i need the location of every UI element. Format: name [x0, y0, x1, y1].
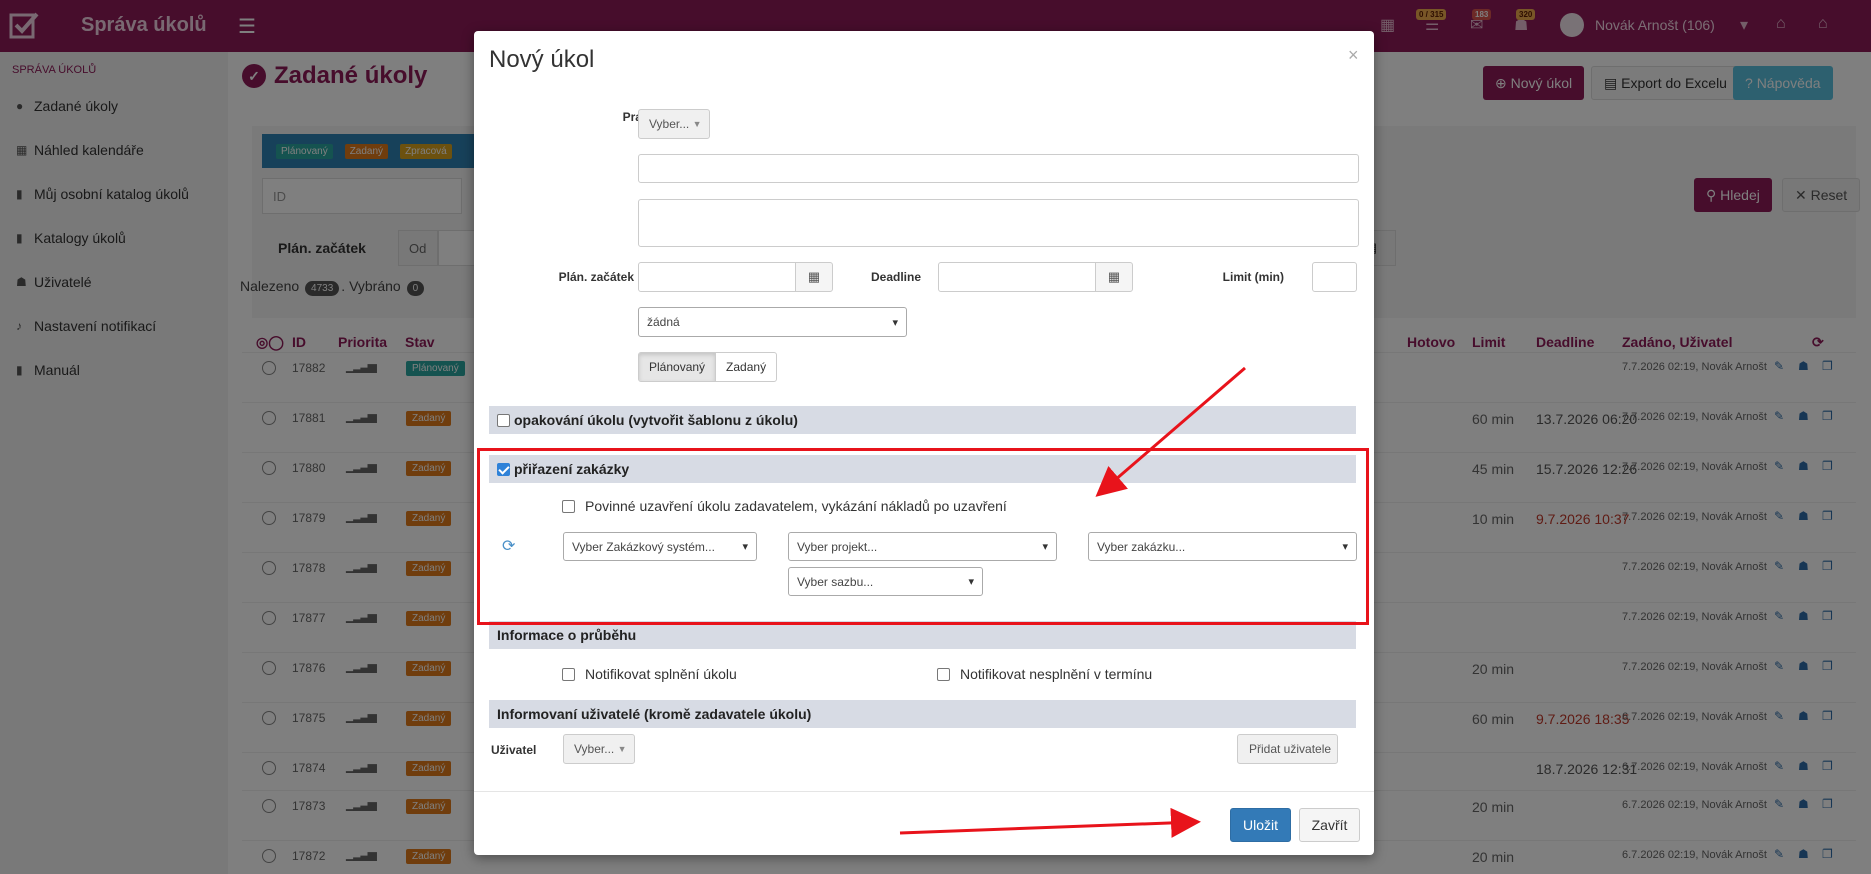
notify-done-option[interactable]: Notifikovat splnění úkolu: [562, 666, 737, 682]
modal-footer-divider: [474, 791, 1374, 792]
save-button[interactable]: Uložit: [1230, 808, 1291, 842]
name-input[interactable]: [638, 154, 1359, 183]
limit-input[interactable]: [1312, 262, 1357, 292]
repeat-checkbox[interactable]: [497, 413, 510, 427]
close-icon[interactable]: ×: [1348, 45, 1359, 66]
plan-start-input[interactable]: [638, 262, 796, 292]
add-user-button[interactable]: Přidat uživatele: [1237, 734, 1338, 764]
progress-section-header: Informace o průběhu: [489, 621, 1356, 649]
modal-title: Nový úkol: [489, 46, 595, 73]
caret-down-icon: ▼: [617, 744, 627, 754]
priority-select[interactable]: žádná ▾: [638, 307, 907, 337]
worker-select[interactable]: Vyber... ▼: [638, 109, 710, 139]
state-planned-button[interactable]: Plánovaný: [639, 353, 716, 381]
close-button[interactable]: Zavřít: [1299, 808, 1360, 842]
limit-label: Limit (min): [1222, 270, 1284, 284]
notify-done-label: Notifikovat splnění úkolu: [585, 666, 737, 682]
worker-select-value: Vyber...: [649, 117, 690, 131]
informed-users-title: Informovaní uživatelé (kromě zadavatele …: [497, 706, 812, 722]
state-assigned-button[interactable]: Zadaný: [715, 353, 776, 381]
state-toggle: Plánovaný Zadaný: [638, 352, 778, 382]
notify-missed-checkbox[interactable]: [937, 667, 950, 681]
plan-start-label: Plán. začátek: [558, 270, 634, 284]
new-task-modal: Nový úkol × Pracovník Vyber... ▼ Název P…: [474, 31, 1374, 855]
notify-done-checkbox[interactable]: [562, 667, 575, 681]
calendar-icon[interactable]: ▦: [795, 262, 833, 292]
deadline-input[interactable]: [938, 262, 1096, 292]
deadline-label: Deadline: [870, 270, 921, 284]
notify-missed-label: Notifikovat nesplnění v termínu: [960, 666, 1153, 682]
description-textarea[interactable]: [638, 199, 1359, 247]
repeat-section-title: opakování úkolu (vytvořit šablonu z úkol…: [514, 412, 798, 428]
informed-users-section-header: Informovaní uživatelé (kromě zadavatele …: [489, 700, 1356, 728]
user-select[interactable]: Vyber... ▼: [563, 734, 635, 764]
progress-section-title: Informace o průběhu: [497, 627, 637, 643]
repeat-section-header[interactable]: opakování úkolu (vytvořit šablonu z úkol…: [489, 406, 1356, 434]
priority-value: žádná: [647, 315, 680, 329]
notify-missed-option[interactable]: Notifikovat nesplnění v termínu: [937, 666, 1152, 682]
caret-down-icon: ▼: [692, 119, 702, 129]
user-select-value: Vyber...: [574, 742, 615, 756]
highlight-box: [477, 448, 1369, 625]
calendar-icon[interactable]: ▦: [1095, 262, 1133, 292]
user-label: Uživatel: [491, 743, 537, 757]
chevron-down-icon: ▾: [892, 316, 898, 329]
